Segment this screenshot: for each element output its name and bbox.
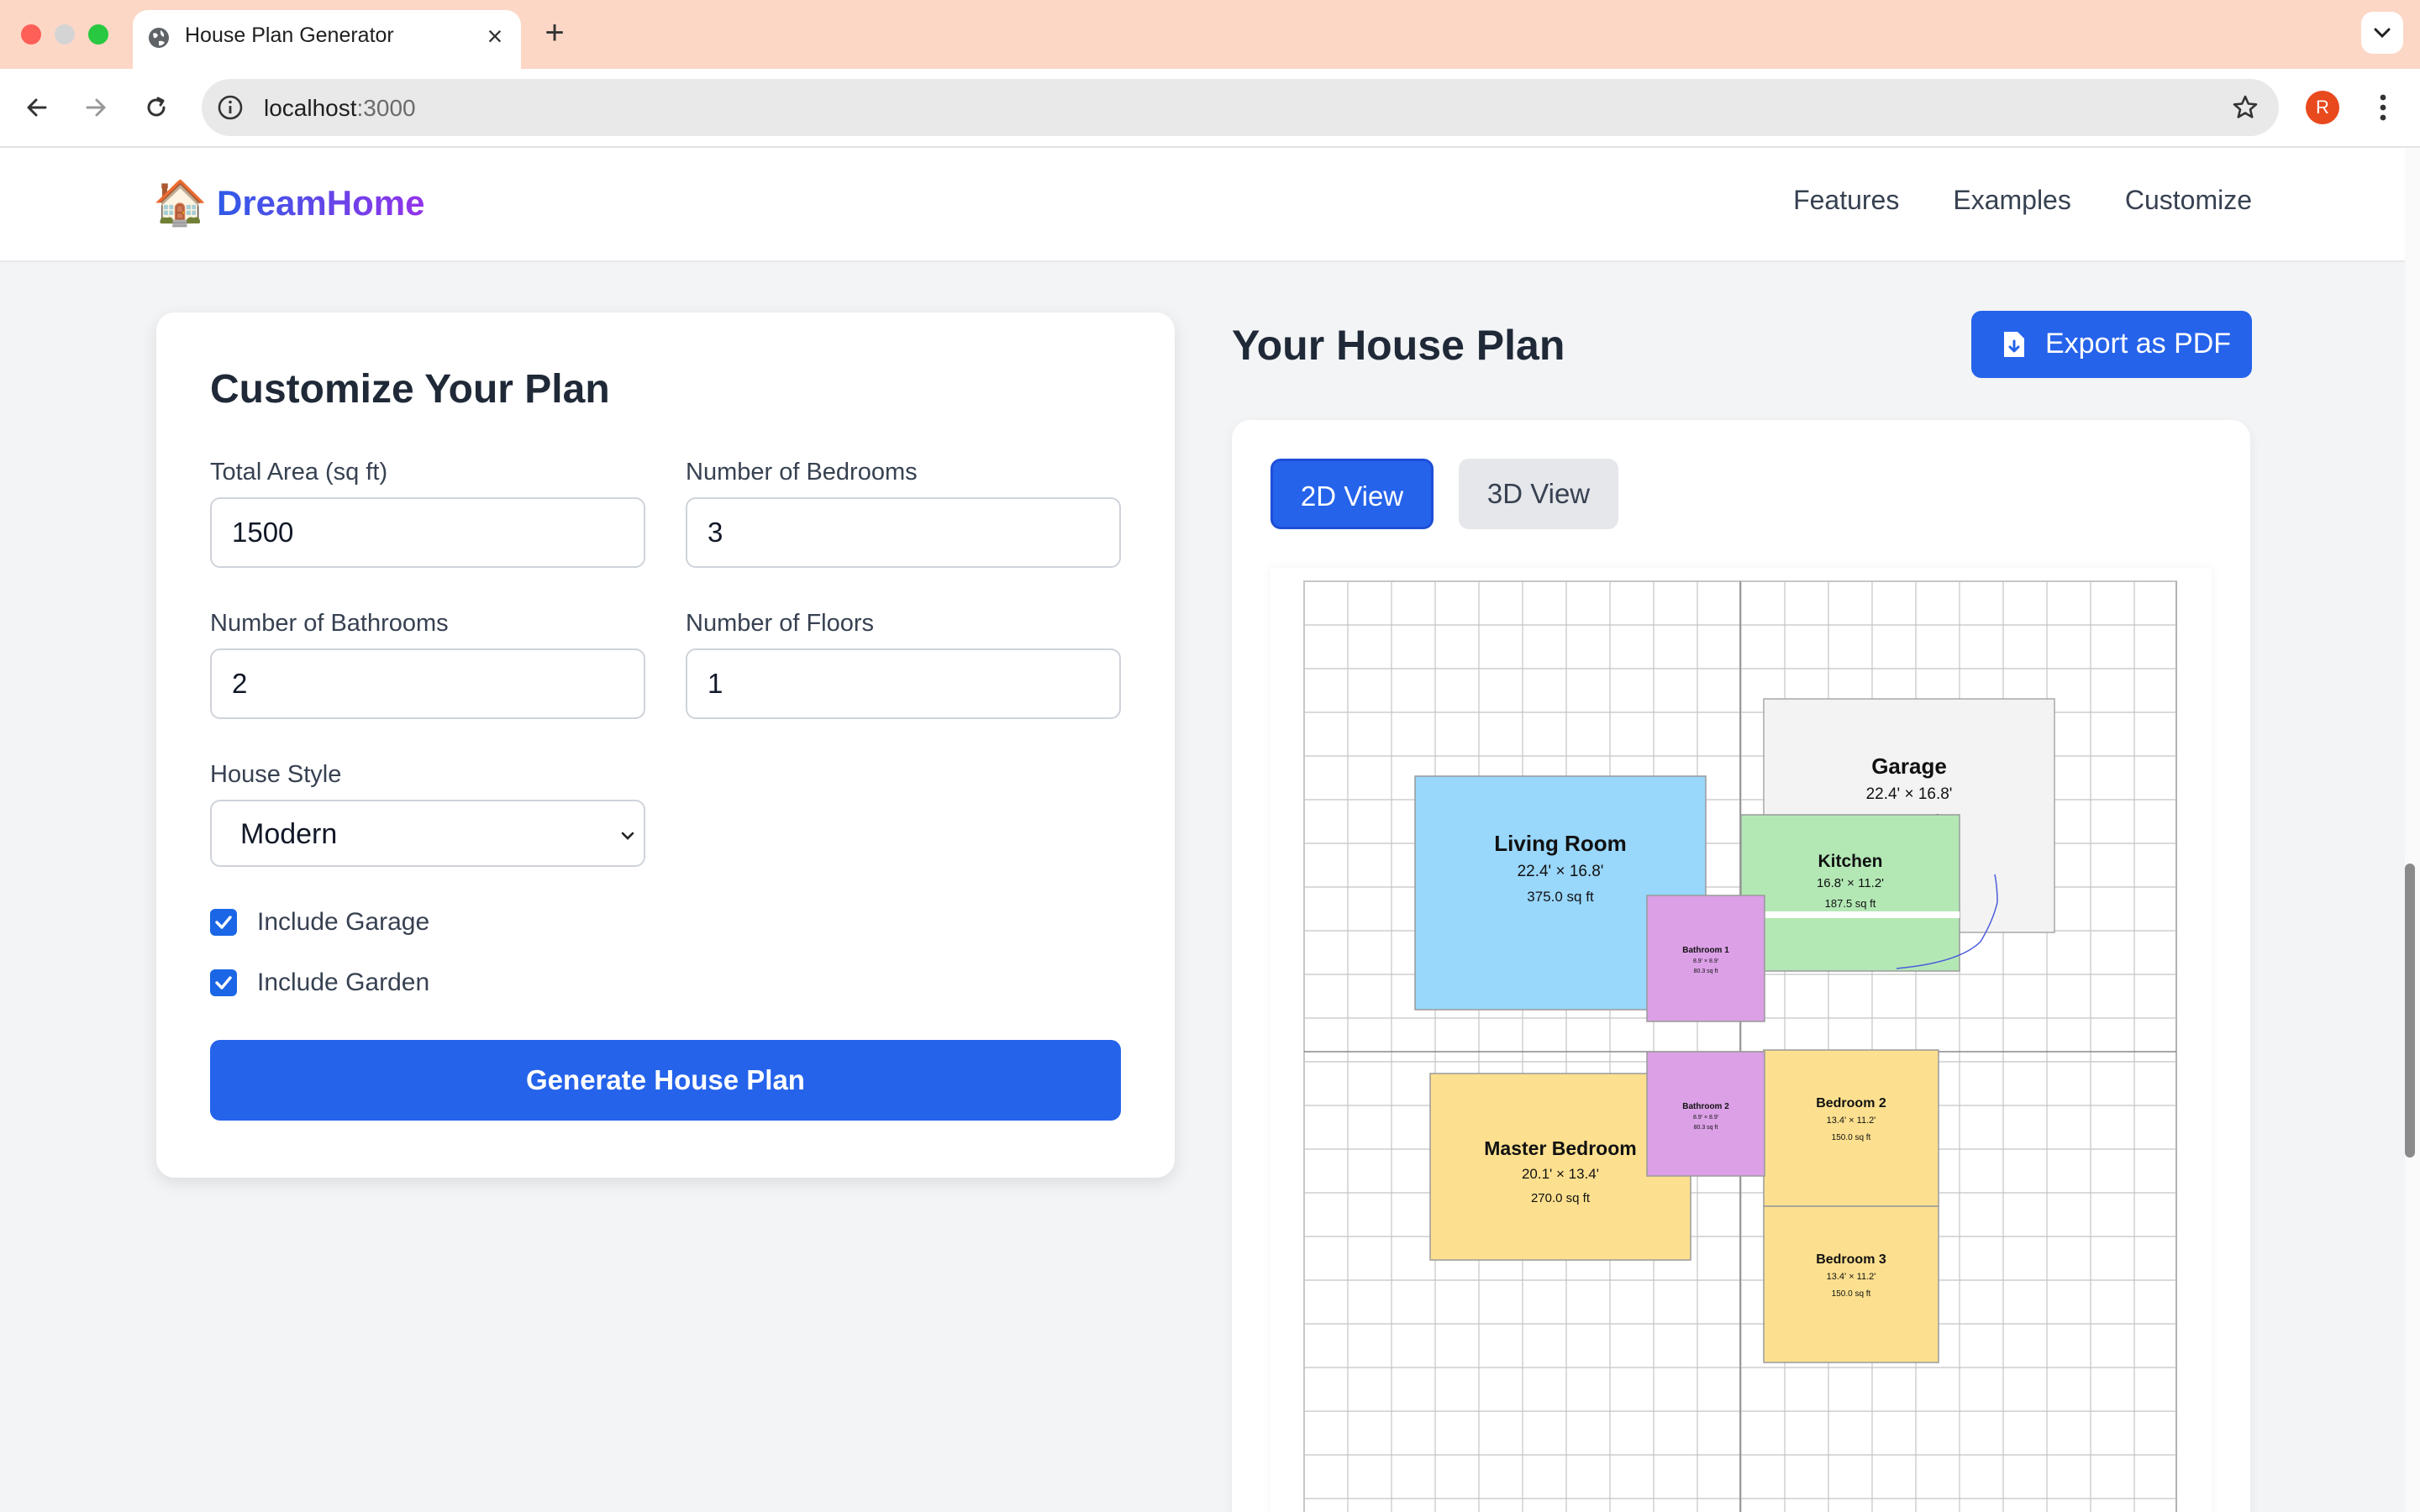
bookmark-star-icon[interactable] <box>2230 92 2260 123</box>
bathrooms-label: Number of Bathrooms <box>210 610 449 637</box>
browser-tab-active[interactable]: House Plan Generator × <box>133 10 521 69</box>
nav-link-examples[interactable]: Examples <box>1953 185 2071 216</box>
room-area: 187.5 sq ft <box>1825 897 1876 910</box>
reload-button[interactable] <box>138 89 175 126</box>
tab-2d-view[interactable]: 2D View <box>1270 459 1434 529</box>
room-dims: 8.9' × 8.9' <box>1693 958 1718 964</box>
window-maximize-button[interactable] <box>88 24 108 45</box>
brand-name: DreamHome <box>217 183 425 223</box>
bathrooms-input[interactable] <box>210 648 645 719</box>
export-pdf-label: Export as PDF <box>2045 328 2232 360</box>
file-download-icon <box>2004 332 2024 357</box>
house-style-label: House Style <box>210 761 342 788</box>
room-area: 150.0 sq ft <box>1832 1289 1871 1299</box>
room-name: Bedroom 3 <box>1816 1252 1886 1267</box>
room-name: Garage <box>1871 753 1947 779</box>
floors-input[interactable] <box>686 648 1121 719</box>
room-bedroom-2[interactable]: Bedroom 2 13.4' × 11.2' 150.0 sq ft <box>1763 1049 1939 1207</box>
room-name: Kitchen <box>1818 852 1882 871</box>
house-style-select[interactable]: Modern <box>210 800 645 867</box>
total-area-input[interactable] <box>210 497 645 568</box>
bedrooms-label: Number of Bedrooms <box>686 459 918 486</box>
room-bedroom-3[interactable]: Bedroom 3 13.4' × 11.2' 150.0 sq ft <box>1763 1205 1939 1363</box>
room-dims: 20.1' × 13.4' <box>1522 1166 1599 1182</box>
close-tab-icon[interactable]: × <box>481 22 509 50</box>
page-viewport: 🏠 DreamHome Features Examples Customize … <box>0 148 2420 1512</box>
include-garden-row[interactable]: Include Garden <box>210 966 429 1000</box>
main-nav: Features Examples Customize <box>1793 185 2252 216</box>
nav-link-features[interactable]: Features <box>1793 185 1899 216</box>
customize-form-card: Customize Your Plan Total Area (sq ft) N… <box>156 312 1175 1178</box>
forward-button[interactable] <box>77 89 114 126</box>
window-close-button[interactable] <box>21 24 41 45</box>
chevron-down-icon <box>2374 28 2391 39</box>
floor-plan-svg: Garage 22.4' × 16.8' 375.0 sq ft Living … <box>1303 580 2177 1512</box>
room-bathroom-2[interactable]: Bathroom 2 8.9' × 8.9' 80.3 sq ft <box>1646 1051 1765 1177</box>
room-area: 150.0 sq ft <box>1832 1133 1871 1142</box>
total-area-label: Total Area (sq ft) <box>210 459 388 486</box>
room-name: Bathroom 2 <box>1682 1102 1729 1111</box>
include-garden-label: Include Garden <box>257 969 430 996</box>
room-dims: 8.9' × 8.9' <box>1693 1115 1718 1121</box>
generate-plan-button[interactable]: Generate House Plan <box>210 1040 1121 1121</box>
plan-title: Your House Plan <box>1232 322 1565 369</box>
bedrooms-input[interactable] <box>686 497 1121 568</box>
page-scrollbar[interactable] <box>2405 148 2420 1512</box>
room-dims: 16.8' × 11.2' <box>1817 876 1884 890</box>
tab-3d-view[interactable]: 3D View <box>1459 459 1618 529</box>
brand-logo[interactable]: 🏠 DreamHome <box>153 176 424 230</box>
include-garden-checkbox[interactable] <box>210 969 237 996</box>
room-area: 270.0 sq ft <box>1531 1191 1591 1205</box>
profile-avatar[interactable]: R <box>2306 91 2339 124</box>
room-dims: 13.4' × 11.2' <box>1827 1272 1876 1282</box>
nav-link-customize[interactable]: Customize <box>2125 185 2252 216</box>
room-bathroom-1[interactable]: Bathroom 1 8.9' × 8.9' 80.3 sq ft <box>1646 895 1765 1022</box>
room-area: 80.3 sq ft <box>1694 969 1718 974</box>
address-bar[interactable]: localhost:3000 <box>202 79 2279 136</box>
floors-label: Number of Floors <box>686 610 875 637</box>
more-menu-icon[interactable] <box>2366 87 2400 128</box>
reload-icon <box>147 97 166 117</box>
include-garage-label: Include Garage <box>257 908 430 936</box>
room-name: Living Room <box>1494 831 1626 856</box>
window-minimize-button[interactable] <box>55 24 75 45</box>
house-style-value: Modern <box>240 818 338 850</box>
plan-card: 2D View 3D View Garage 22.4' × 16.8' 375… <box>1232 420 2250 1512</box>
checkmark-icon <box>215 916 232 929</box>
house-icon: 🏠 <box>153 179 208 228</box>
tab-title: House Plan Generator <box>185 24 394 47</box>
room-name: Bedroom 2 <box>1816 1096 1886 1110</box>
export-pdf-button[interactable]: Export as PDF <box>1971 311 2252 378</box>
room-area: 375.0 sq ft <box>1527 889 1594 905</box>
room-dims: 13.4' × 11.2' <box>1827 1116 1876 1126</box>
browser-tab-bar: House Plan Generator × + <box>0 0 2420 69</box>
new-tab-button[interactable]: + <box>538 15 571 52</box>
back-button[interactable] <box>18 89 55 126</box>
arrow-left-icon <box>27 98 47 117</box>
site-header: 🏠 DreamHome Features Examples Customize <box>0 148 2405 262</box>
site-info-icon[interactable] <box>215 92 245 123</box>
room-kitchen[interactable]: Kitchen 16.8' × 11.2' 187.5 sq ft <box>1740 814 1960 972</box>
url-text: localhost:3000 <box>264 95 416 121</box>
chevron-down-icon <box>621 832 634 840</box>
room-name: Master Bedroom <box>1484 1137 1636 1159</box>
floor-plan-canvas[interactable]: Garage 22.4' × 16.8' 375.0 sq ft Living … <box>1270 568 2212 1512</box>
room-dims: 22.4' × 16.8' <box>1866 785 1953 803</box>
room-dims: 22.4' × 16.8' <box>1518 863 1604 880</box>
tab-search-button[interactable] <box>2361 12 2403 54</box>
browser-toolbar: localhost:3000 R <box>0 69 2420 148</box>
include-garage-checkbox[interactable] <box>210 909 237 936</box>
scrollbar-thumb[interactable] <box>2405 864 2415 1158</box>
arrow-right-icon <box>86 98 106 117</box>
form-title: Customize Your Plan <box>210 367 610 412</box>
globe-icon <box>149 28 169 48</box>
room-name: Bathroom 1 <box>1682 946 1729 955</box>
checkmark-icon <box>215 976 232 990</box>
room-area: 80.3 sq ft <box>1694 1125 1718 1131</box>
include-garage-row[interactable]: Include Garage <box>210 906 429 939</box>
